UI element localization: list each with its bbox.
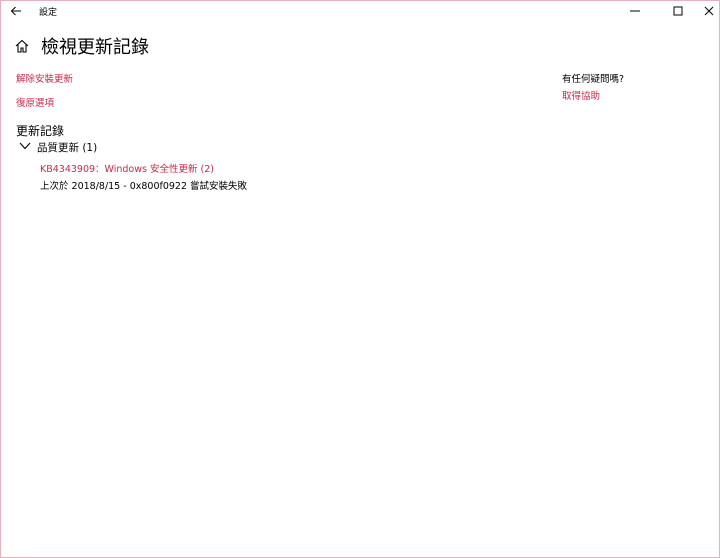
get-help-link[interactable]: 取得協助: [562, 88, 600, 102]
maximize-icon: [673, 6, 683, 16]
close-button[interactable]: [693, 1, 720, 21]
update-item-status: 上次於 2018/8/15 - 0x800f0922 嘗試安裝失敗: [40, 181, 248, 192]
window-title: 設定: [39, 8, 58, 18]
recovery-options-link[interactable]: 復原選項: [16, 95, 54, 109]
quality-updates-label: 品質更新 (1): [37, 142, 98, 154]
home-icon[interactable]: [14, 38, 30, 54]
maximize-button[interactable]: [662, 1, 694, 21]
uninstall-updates-link[interactable]: 解除安裝更新: [16, 71, 73, 85]
page-title: 檢視更新記錄: [41, 37, 149, 58]
back-button[interactable]: [4, 2, 28, 20]
close-icon: [704, 6, 714, 16]
minimize-icon: [630, 10, 640, 12]
title-bar: 設定: [1, 1, 719, 21]
minimize-button[interactable]: [619, 1, 651, 21]
chevron-down-icon: [19, 142, 31, 150]
settings-window: 設定 檢視更新記錄 解除安裝更新 復原選項 有任何疑問嗎? 取得協助 更新記錄 …: [0, 0, 720, 558]
help-question: 有任何疑問嗎?: [562, 74, 625, 85]
arrow-left-icon: [10, 6, 21, 16]
update-item-link[interactable]: KB4343909：Windows 安全性更新 (2): [40, 161, 214, 175]
quality-updates-group-toggle[interactable]: 品質更新 (1): [19, 139, 129, 155]
update-history-heading: 更新記錄: [16, 124, 65, 138]
